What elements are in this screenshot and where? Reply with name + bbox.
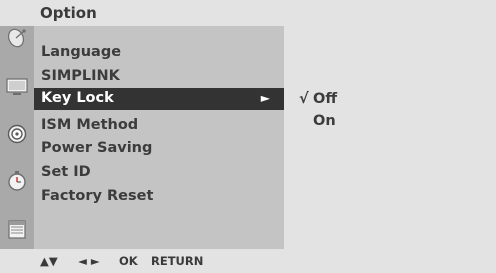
menu-item-language[interactable]: Language	[34, 42, 284, 64]
left-right-arrows-icon: ◄ ►	[78, 254, 100, 268]
submenu-option-on[interactable]: On	[299, 113, 479, 133]
navigation-hints: ▲▼ ◄ ► OK RETURN	[0, 249, 496, 273]
key-lock-submenu: √ Off On	[285, 26, 496, 249]
menu-item-label: ISM Method	[41, 117, 139, 133]
ok-hint: OK	[119, 254, 138, 268]
submenu-option-label: Off	[313, 91, 338, 107]
menu-item-set-id[interactable]: Set ID	[34, 162, 284, 184]
menu-item-label: Set ID	[41, 164, 91, 180]
option-menu-list: Language SIMPLINK Key Lock ► ISM Method …	[34, 26, 284, 249]
menu-item-factory-reset[interactable]: Factory Reset	[34, 186, 284, 208]
menu-title: Option	[40, 4, 97, 22]
menu-item-key-lock[interactable]: Key Lock ►	[34, 88, 284, 110]
speaker-icon[interactable]	[5, 122, 29, 146]
category-icon-column	[0, 26, 34, 249]
menu-item-ism-method[interactable]: ISM Method	[34, 115, 284, 137]
menu-item-label: Factory Reset	[41, 188, 154, 204]
menu-item-label: Key Lock	[41, 90, 114, 106]
satellite-dish-icon[interactable]	[5, 26, 29, 50]
submenu-option-off[interactable]: √ Off	[299, 91, 479, 111]
menu-item-label: Power Saving	[41, 140, 153, 156]
return-hint: RETURN	[151, 254, 204, 268]
menu-item-label: Language	[41, 44, 122, 60]
up-down-arrows-icon: ▲▼	[40, 254, 58, 268]
checkmark-icon: √	[299, 91, 309, 107]
clock-icon[interactable]	[5, 169, 29, 193]
menu-item-power-saving[interactable]: Power Saving	[34, 138, 284, 160]
menu-item-label: SIMPLINK	[41, 68, 120, 84]
title-bar: Option	[0, 0, 496, 26]
calendar-icon[interactable]	[5, 217, 29, 241]
arrow-right-icon: ►	[260, 91, 270, 105]
menu-item-simplink[interactable]: SIMPLINK	[34, 66, 284, 88]
osd-menu: Option Language SIMPLINK Key Lock ► ISM …	[0, 0, 496, 273]
monitor-icon[interactable]	[5, 74, 29, 98]
submenu-option-label: On	[313, 113, 336, 129]
